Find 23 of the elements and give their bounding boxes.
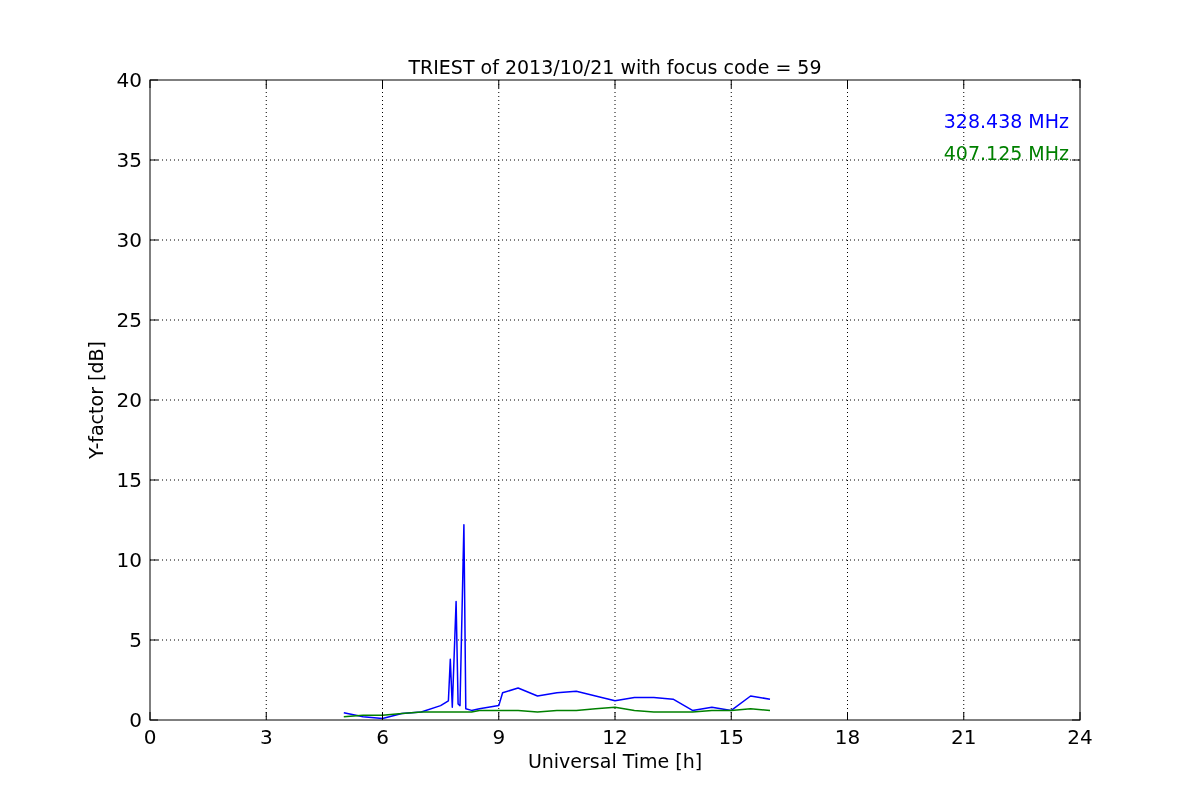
x-tick-label: 24 <box>1067 725 1093 749</box>
y-tick-label: 5 <box>129 628 142 652</box>
y-tick-label: 40 <box>116 68 142 92</box>
x-tick-label: 6 <box>376 725 389 749</box>
series-label: 407.125 MHz <box>943 142 1069 164</box>
x-axis-label: Universal Time [h] <box>527 750 703 772</box>
y-tick-label: 30 <box>116 228 142 252</box>
x-tick-label: 9 <box>492 725 506 749</box>
y-tick-label: 35 <box>116 148 142 172</box>
chart-title: TRIEST of 2013/10/21 with focus code = 59 <box>408 56 822 78</box>
y-axis-label: Y-factor [dB] <box>85 341 107 459</box>
y-tick-label: 10 <box>116 548 142 572</box>
y-tick-label: 25 <box>116 308 142 332</box>
x-tick-label: 3 <box>259 725 273 749</box>
y-tick-label: 15 <box>116 468 142 492</box>
x-tick-label: 12 <box>602 725 628 749</box>
y-tick-label: 0 <box>129 708 142 732</box>
y-tick-label: 20 <box>116 388 142 412</box>
x-tick-label: 21 <box>951 725 977 749</box>
x-tick-label: 15 <box>718 725 744 749</box>
x-tick-label: 18 <box>834 725 861 749</box>
series-label: 328.438 MHz <box>943 110 1069 132</box>
x-tick-label: 0 <box>143 725 157 749</box>
